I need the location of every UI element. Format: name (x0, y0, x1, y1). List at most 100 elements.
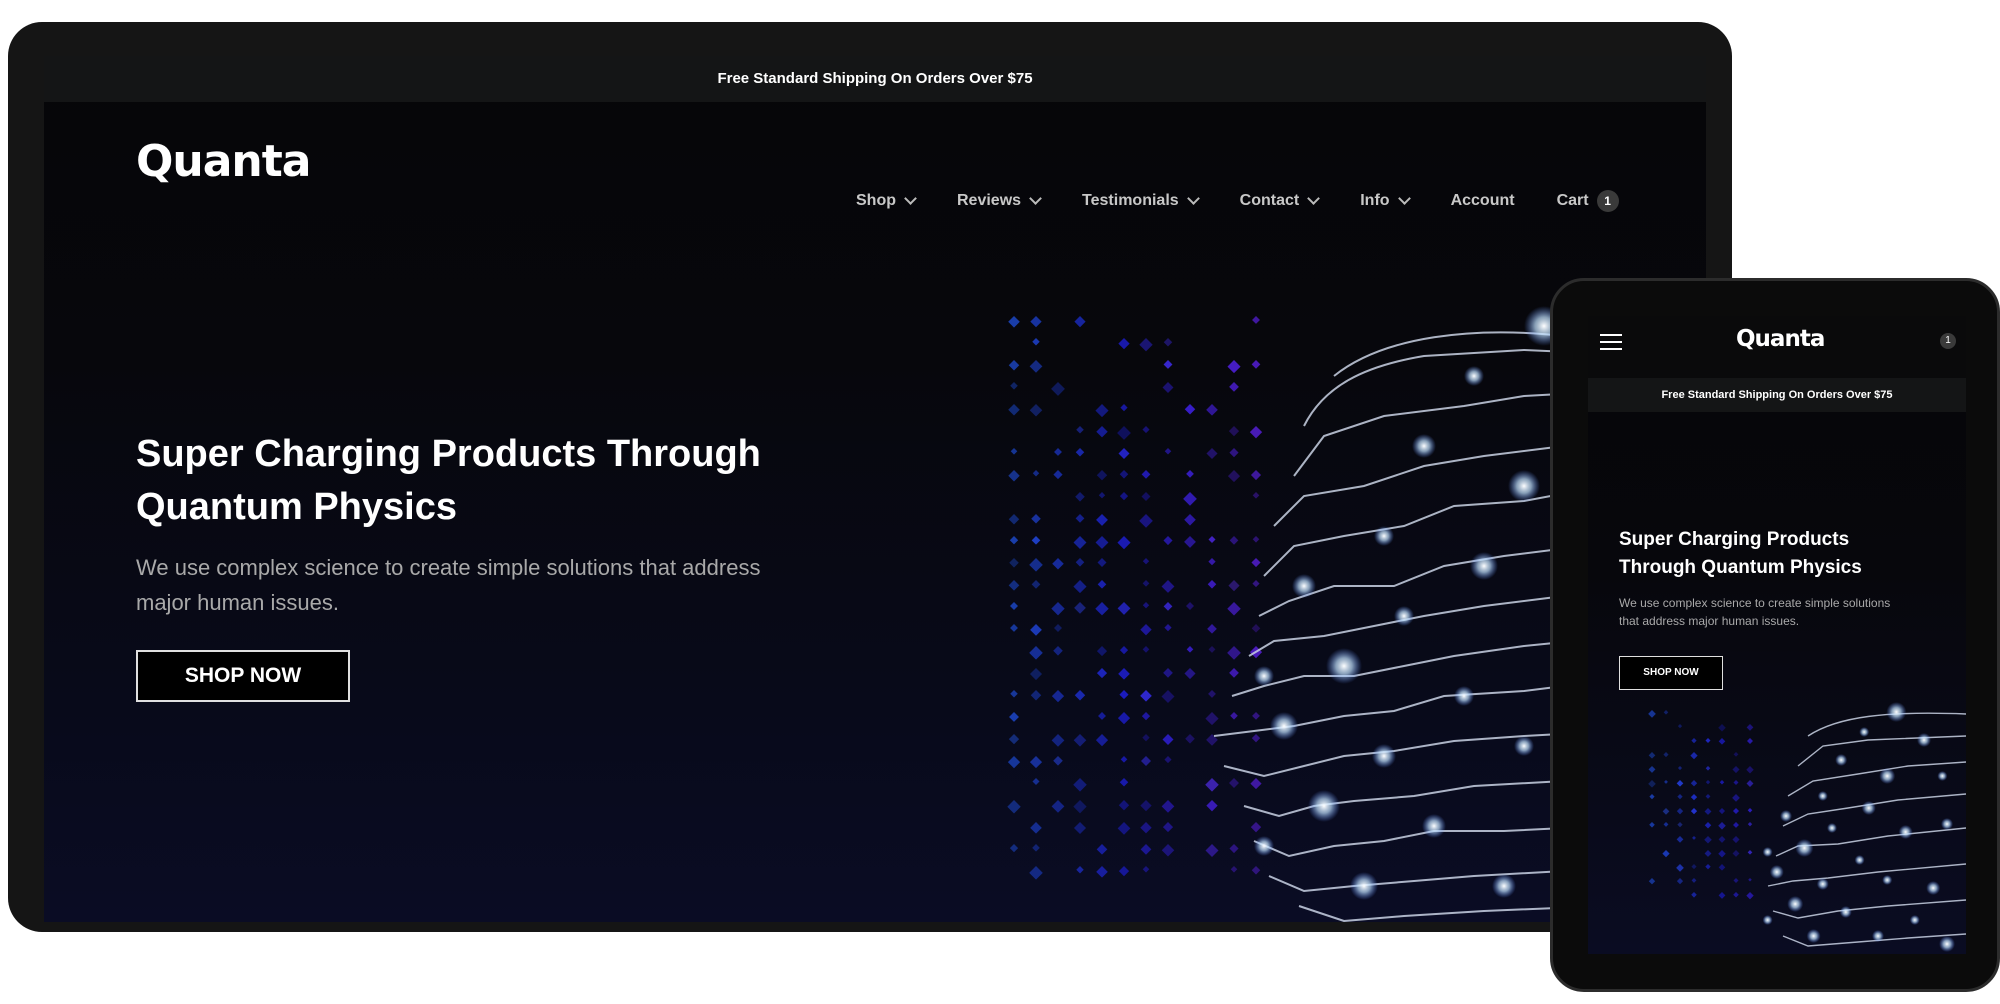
dot (1206, 404, 1218, 416)
nav-item-account[interactable]: Account (1451, 192, 1515, 210)
nav-item-testimonials[interactable]: Testimonials (1082, 192, 1198, 210)
glow-node (1372, 744, 1396, 768)
chevron-down-icon (1029, 192, 1042, 205)
glow-node (1817, 878, 1829, 890)
dot (1163, 536, 1172, 545)
dot (1119, 690, 1128, 699)
dot (1010, 844, 1018, 852)
dot (1053, 470, 1062, 479)
dot (1648, 780, 1656, 788)
dot (1143, 866, 1150, 873)
nav-item-shop[interactable]: Shop (856, 192, 915, 210)
dot-pattern (1648, 710, 1754, 899)
shop-now-button[interactable]: SHOP NOW (1619, 656, 1723, 690)
glow-node (1492, 874, 1516, 898)
glow-node (1879, 768, 1895, 784)
dot (1139, 338, 1152, 351)
nav-item-cart[interactable]: Cart 1 (1557, 190, 1619, 212)
dot (1648, 710, 1656, 718)
dot (1118, 602, 1131, 615)
nav-item-label: Reviews (957, 192, 1021, 210)
dot (1030, 624, 1042, 636)
nav-item-info[interactable]: Info (1360, 192, 1408, 210)
dot (1009, 580, 1020, 591)
dot (1076, 448, 1085, 457)
dot (1677, 808, 1683, 814)
dot (1691, 794, 1697, 800)
dot (1705, 808, 1712, 815)
dot (1663, 752, 1668, 757)
dot (1010, 690, 1018, 698)
dot (1052, 800, 1065, 813)
shop-now-button[interactable]: SHOP NOW (136, 650, 350, 702)
dot (1007, 800, 1020, 813)
site-logo[interactable]: Quanta (1736, 326, 1824, 352)
dot (1208, 536, 1215, 543)
dot (1677, 780, 1684, 787)
dot (1734, 752, 1739, 757)
nav-item-reviews[interactable]: Reviews (957, 192, 1040, 210)
nav-item-contact[interactable]: Contact (1240, 192, 1319, 210)
dot (1184, 668, 1195, 679)
dot-pattern (1007, 316, 1262, 880)
nav-item-label: Shop (856, 192, 896, 210)
glowing-nodes (1763, 702, 1955, 952)
dot (1120, 404, 1127, 411)
dot (1706, 794, 1711, 799)
hamburger-icon[interactable] (1600, 334, 1622, 352)
glow-node (1882, 875, 1892, 885)
dot (1051, 602, 1064, 615)
dot (1229, 778, 1239, 788)
dot (1184, 536, 1196, 548)
site-logo[interactable]: Quanta (136, 136, 310, 187)
dot (1209, 646, 1216, 653)
dot (1009, 558, 1019, 568)
dot (1250, 426, 1262, 438)
dot (1029, 866, 1043, 880)
dot (1184, 514, 1196, 526)
dot (1029, 646, 1043, 660)
dot (1747, 780, 1754, 787)
dot (1162, 580, 1175, 593)
glow-node (1855, 855, 1865, 865)
dot (1748, 850, 1753, 855)
dot (1030, 316, 1041, 327)
dot (1205, 778, 1219, 792)
dot (1718, 724, 1725, 731)
dot (1008, 316, 1020, 328)
dot (1074, 316, 1085, 327)
glow-node (1763, 915, 1773, 925)
dot (1164, 624, 1171, 631)
dot (1030, 360, 1043, 373)
cart-count-badge[interactable]: 1 (1940, 333, 1956, 349)
dot (1162, 800, 1175, 813)
dot (1076, 558, 1085, 567)
glow-node (1508, 470, 1540, 502)
dot (1032, 536, 1041, 545)
dot (1676, 864, 1684, 872)
dot (1140, 690, 1152, 702)
dot (1095, 404, 1108, 417)
tablet-device-frame: Quanta 1 Free Standard Shipping On Order… (1550, 278, 2000, 992)
announcement-bar: Free Standard Shipping On Orders Over $7… (1588, 378, 1966, 412)
glow-node (1514, 736, 1534, 756)
dot (1691, 892, 1697, 898)
dot (1691, 808, 1697, 814)
dot (1096, 734, 1108, 746)
dot (1227, 360, 1240, 373)
glow-node (1292, 574, 1316, 598)
dot (1747, 724, 1754, 731)
dot (1748, 808, 1753, 813)
dot (1010, 624, 1018, 632)
dot (1143, 558, 1149, 564)
dot (1030, 822, 1042, 834)
dot (1052, 558, 1064, 570)
dot (1720, 780, 1724, 784)
dot (1678, 766, 1682, 770)
dot (1186, 470, 1194, 478)
dot (1033, 470, 1039, 476)
dot (1143, 646, 1150, 653)
dot (1229, 844, 1238, 853)
dot (1733, 878, 1738, 883)
glow-node (1308, 790, 1340, 822)
